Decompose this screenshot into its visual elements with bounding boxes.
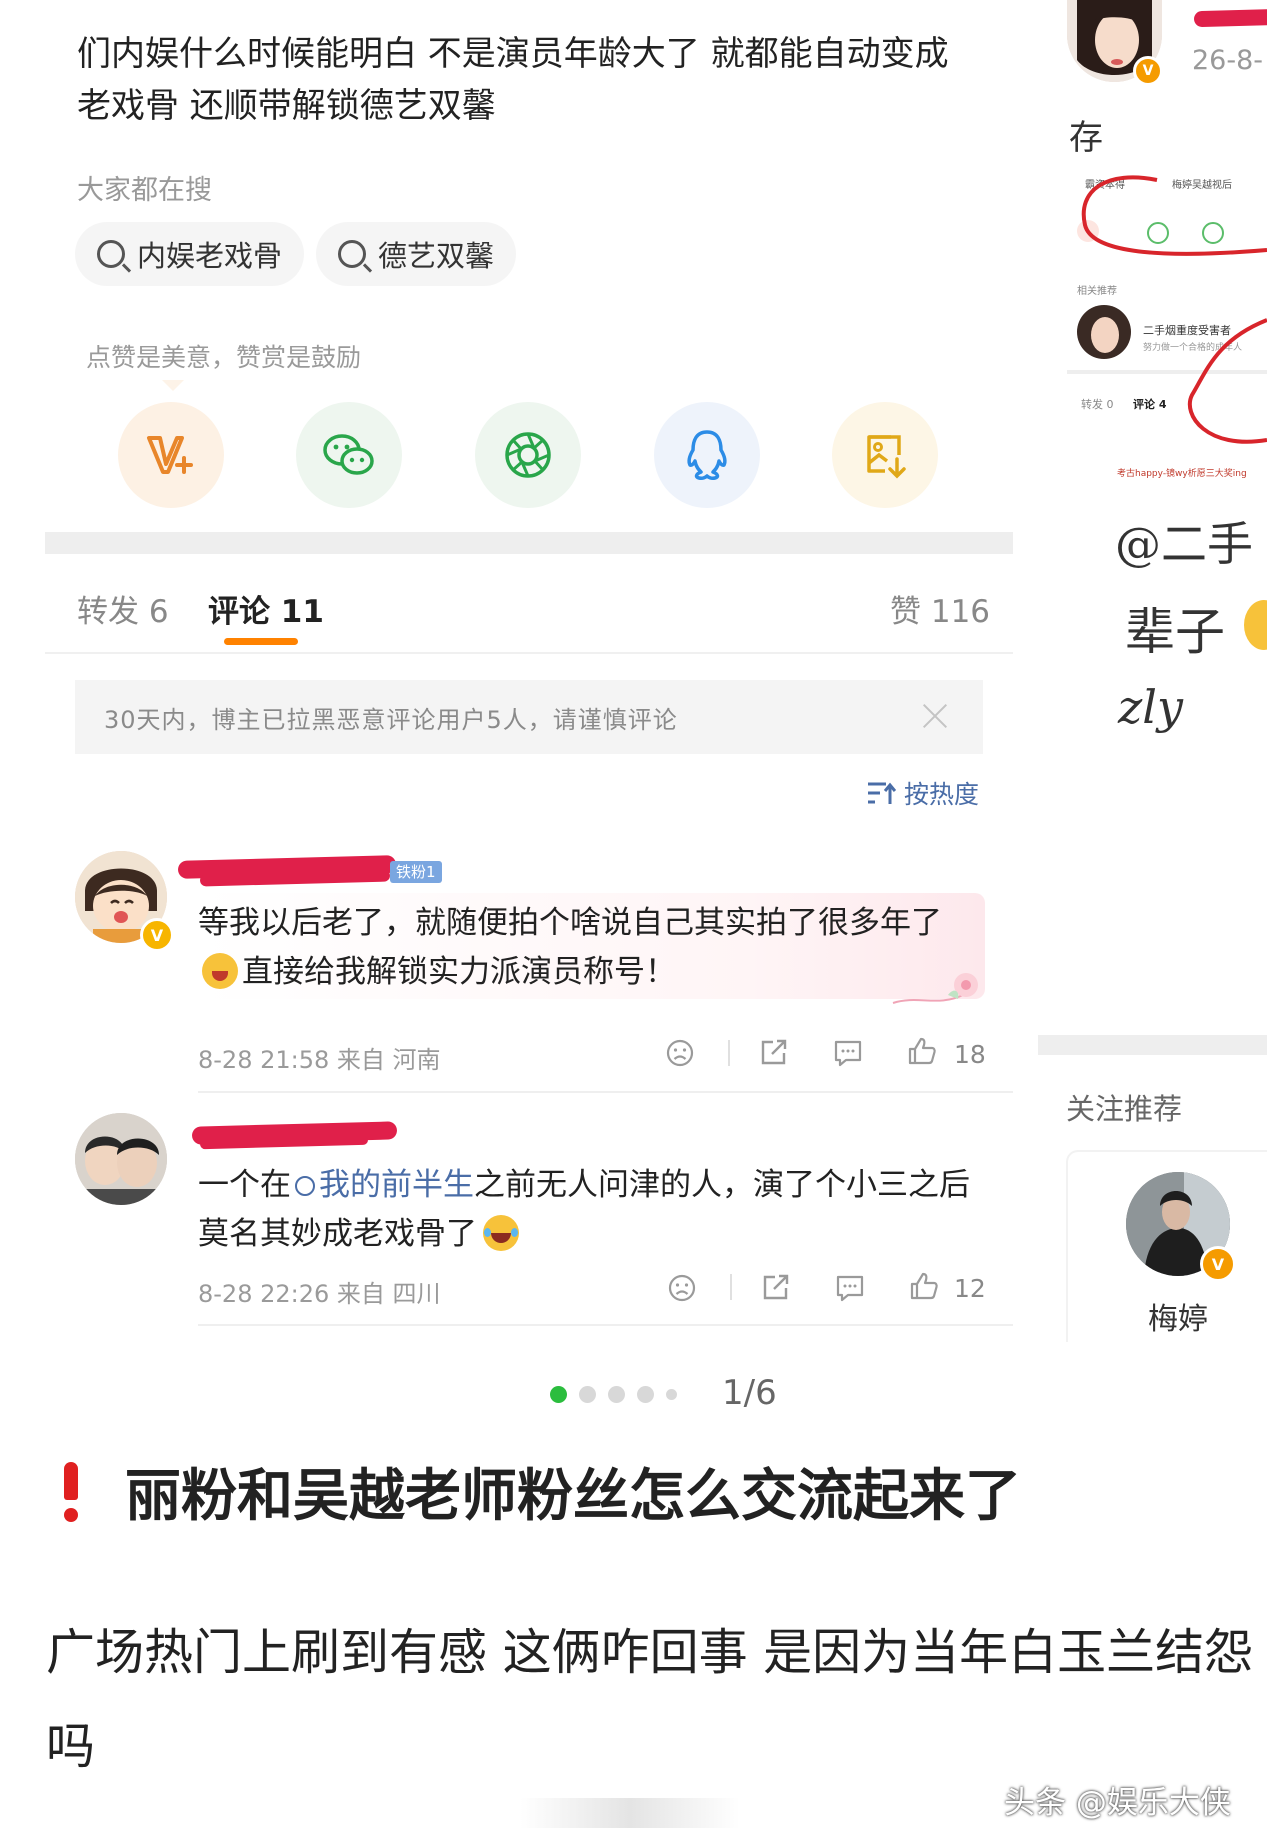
headline: 丽粉和吴越老师粉丝怎么交流起来了 (62, 1451, 1021, 1532)
topic-link[interactable]: 我的前半生 (291, 1167, 474, 1203)
share-moments-button[interactable] (475, 402, 581, 508)
topic-link-label: 我的前半生 (319, 1167, 474, 1203)
avatar-image (75, 1113, 167, 1205)
carousel-dot[interactable] (608, 1386, 625, 1403)
red-circle-annotation (1081, 175, 1267, 444)
search-chip-label: 德艺双馨 (378, 239, 495, 273)
carousel-dot[interactable] (666, 1389, 677, 1400)
watermark: 头条 @娱乐大侠 (1004, 1785, 1231, 1821)
action-divider (730, 1274, 732, 1300)
follow-title: 关注推荐 (1066, 1092, 1183, 1126)
body-text: 广场热门上刷到有感 这俩咋回事 是因为当年白玉兰结怨吗 (46, 1624, 1254, 1775)
comment-icon[interactable] (835, 1273, 865, 1303)
handwritten-mention: @二手 (1115, 517, 1253, 571)
side-save-label: 存 (1069, 118, 1103, 158)
tab-repost[interactable]: 转发 6 (77, 586, 169, 631)
notice-text: 30天内，博主已拉黑恶意评论用户5人，请谨慎评论 (104, 705, 678, 734)
search-icon (295, 1176, 315, 1196)
verified-badge-icon: V (140, 918, 174, 952)
like-count: 12 (954, 1274, 986, 1303)
scroll-blur (520, 1798, 740, 1828)
reward-icon (147, 436, 193, 474)
share-qq-button[interactable] (654, 402, 760, 508)
share-wechat-button[interactable] (296, 402, 402, 508)
side-date: 26-8- (1192, 45, 1264, 76)
handwritten-name: zly (1118, 680, 1183, 734)
headline-text: 丽粉和吴越老师粉丝怎么交流起来了 (125, 1464, 1021, 1529)
qq-icon (687, 430, 727, 480)
save-image-icon (867, 435, 906, 479)
tab-comments[interactable]: 评论 11 (208, 586, 324, 631)
comment-meta: 8-28 21:58 来自 河南 (198, 1046, 441, 1074)
wechat-icon (323, 434, 374, 475)
like-count: 18 (954, 1040, 986, 1069)
carousel-dot[interactable] (637, 1386, 654, 1403)
follow-name: 梅婷 (1148, 1302, 1208, 1337)
sort-icon (868, 782, 896, 804)
like-icon[interactable] (909, 1271, 939, 1301)
tip-pointer (162, 380, 184, 391)
verified-badge-icon: V (1133, 56, 1163, 86)
share-icon[interactable] (759, 1037, 789, 1067)
comment-text: 一个在 我的前半生之前无人问津的人，演了个小三之后莫名其妙成老戏骨了 (198, 1161, 988, 1259)
comment-meta: 8-28 22:26 来自 四川 (198, 1280, 441, 1308)
handwritten-text: 辈子 (1125, 603, 1225, 661)
redacted-username (1193, 8, 1267, 28)
laughing-emoji-icon (483, 1215, 519, 1251)
tab-likes[interactable]: 赞 116 (890, 586, 990, 631)
carousel-dot[interactable] (579, 1386, 596, 1403)
sort-label: 按热度 (904, 780, 980, 809)
dislike-icon[interactable] (665, 1038, 695, 1068)
page-indicator: 1/6 (722, 1373, 777, 1413)
carousel-dots (550, 1386, 689, 1403)
share-icon[interactable] (761, 1272, 791, 1302)
exclamation-icon (62, 1461, 80, 1522)
verified-badge-icon: V (1200, 1246, 1236, 1282)
reward-button[interactable] (118, 402, 224, 508)
comment-text: 等我以后老了，就随便拍个啥说自己其实拍了很多年了直接给我解锁实力派演员称号！ (198, 899, 978, 997)
search-icon (97, 240, 125, 268)
mini-screenshot: 霸资本得 梅婷吴越视后 相关推荐 二手烟重度受害者 努力做一个合格的成年人 转发… (1067, 170, 1267, 480)
search-icon (338, 240, 366, 268)
comment-icon[interactable] (833, 1038, 863, 1068)
comment-text-part: 直接给我解锁实力派演员称号！ (242, 954, 676, 990)
sort-button[interactable]: 按热度 (866, 775, 979, 811)
search-chip-2[interactable]: 德艺双馨 (316, 222, 517, 286)
post-text: 们内娱什么时候能明白 不是演员年龄大了 就都能自动变成老戏骨 还顺带解锁德艺双馨 (77, 34, 949, 126)
carousel-dot[interactable] (550, 1386, 567, 1403)
comment-separator (198, 1324, 1013, 1326)
section-divider (45, 532, 1013, 554)
save-image-button[interactable] (832, 402, 938, 508)
tab-bar (45, 556, 1013, 654)
search-chip-1[interactable]: 内娱老戏骨 (75, 222, 305, 286)
comment-separator (198, 1091, 1013, 1093)
fan-badge: 铁粉1 (390, 861, 442, 883)
comment-text-part: 等我以后老了，就随便拍个啥说自己其实拍了很多年了 (198, 905, 942, 941)
search-chip-label: 内娱老戏骨 (137, 239, 283, 273)
hot-search-title: 大家都在搜 (77, 175, 212, 206)
like-icon[interactable] (907, 1036, 937, 1066)
close-icon[interactable] (917, 698, 953, 734)
comment-text-part: 一个在 (198, 1167, 291, 1203)
side-divider-band (1038, 1035, 1267, 1055)
action-divider (728, 1040, 730, 1066)
avatar[interactable] (75, 1113, 167, 1205)
comment-notice: 30天内，博主已拉黑恶意评论用户5人，请谨慎评论 (75, 680, 983, 754)
moments-icon (505, 432, 551, 478)
reward-tip: 点赞是美意，赞赏是鼓励 (86, 343, 362, 372)
emoji-icon (202, 953, 238, 989)
flower-decoration-icon (892, 973, 978, 1004)
active-tab-indicator (224, 638, 298, 645)
dislike-icon[interactable] (667, 1273, 697, 1303)
